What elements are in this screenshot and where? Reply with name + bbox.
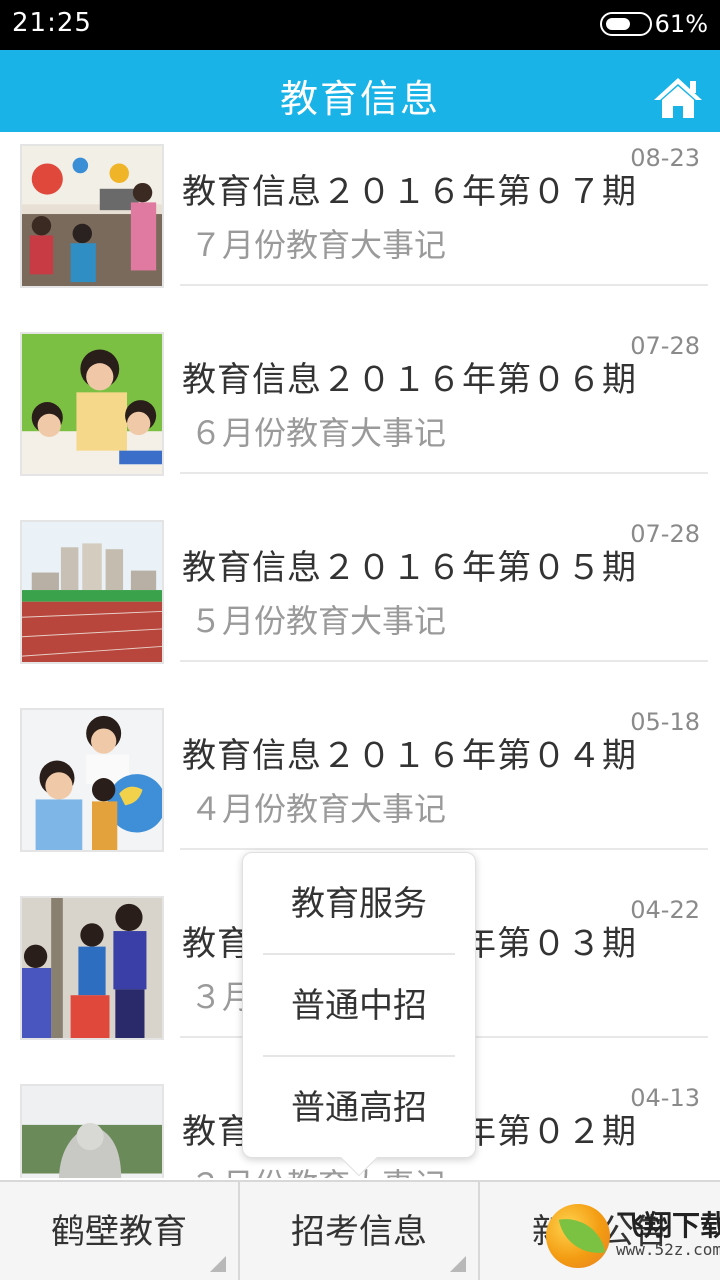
battery-icon [600,12,652,36]
submenu-indicator-icon [210,1256,226,1272]
item-title: 教育信息２０１６年第０７期 [182,172,637,212]
menu-item-education-service[interactable]: 教育服务 [263,853,455,955]
list-item[interactable]: 07-28 教育信息２０１６年第０６期 ６月份教育大事记 [0,320,720,508]
running-track-photo [20,520,164,664]
item-date: 05-18 [630,708,700,736]
item-title: 教育信息２０１６年第０６期 [182,360,637,400]
watermark-text: 飞翔下载 [616,1209,720,1242]
submenu-indicator-icon [450,1256,466,1272]
item-subtitle: ６月份教育大事记 [190,414,447,452]
tab-label: 招考信息 [291,1212,427,1252]
tab-hebi-education[interactable]: 鹤壁教育 [0,1182,240,1280]
home-icon-graphic [654,78,702,118]
watermark-url: www.52z.com [616,1240,720,1259]
app-header: 教育信息 [0,50,720,132]
item-title: 教育信息２０１６年第０５期 [182,548,637,588]
status-time: 21:25 [12,8,92,38]
watermark-logo: 飞翔下载 www.52z.com [532,1196,720,1272]
battery-fill [606,18,630,30]
list-item[interactable]: 07-28 教育信息２０１６年第０５期 ５月份教育大事记 [0,508,720,696]
battery-percent: 61% [654,10,708,38]
tab-exam-info[interactable]: 招考信息 [240,1182,480,1280]
teacher-children-photo [20,332,164,476]
item-date: 07-28 [630,520,700,548]
item-date: 07-28 [630,332,700,360]
outdoor-activity-photo [20,896,164,1040]
divider [180,848,708,850]
status-bar: 21:25 61% [0,0,720,50]
divider [180,472,708,474]
page-title: 教育信息 [279,77,440,121]
item-title: 教育信息２０１６年第０４期 [182,736,637,776]
sculpture-photo [20,1084,164,1178]
list-item[interactable]: 08-23 教育信息２０１６年第０７期 ７月份教育大事记 [0,132,720,320]
popup-menu: 教育服务 普通中招 普通高招 [242,852,476,1177]
divider [180,660,708,662]
menu-item-middle-school-admission[interactable]: 普通中招 [263,955,455,1057]
home-icon[interactable] [652,76,704,120]
item-subtitle: ２月份教育大事记 [190,1160,446,1178]
item-subtitle: ７月份教育大事记 [190,226,447,264]
divider [180,284,708,286]
item-subtitle: ５月份教育大事记 [190,602,447,640]
item-date: 04-13 [630,1084,700,1112]
item-date: 04-22 [630,896,700,924]
children-globe-photo [20,708,164,852]
classroom-photo [20,144,164,288]
tab-label: 鹤壁教育 [51,1212,187,1252]
item-subtitle: ４月份教育大事记 [190,790,447,828]
item-date: 08-23 [630,144,700,172]
